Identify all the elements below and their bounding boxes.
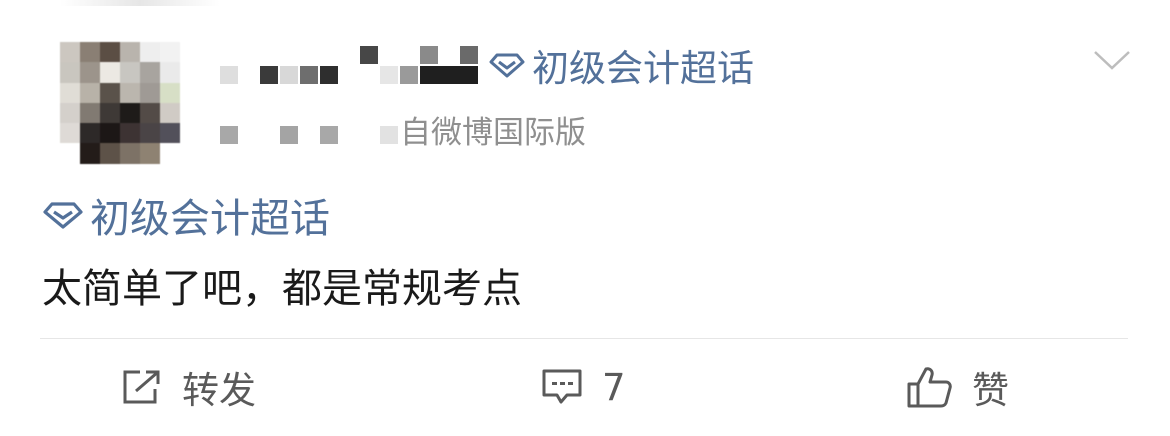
- share-arrow-icon: [123, 370, 160, 404]
- avatar-pixel: [120, 123, 140, 144]
- avatar-pixel: [160, 82, 180, 103]
- avatar-pixel: [100, 62, 120, 83]
- chevron-down-icon[interactable]: [1092, 44, 1132, 74]
- avatar-pixel: [80, 82, 100, 103]
- avatar-pixel: [120, 102, 140, 124]
- diamond-icon: [42, 201, 84, 229]
- avatar-pixel: [120, 42, 140, 63]
- avatar-pixel: [160, 42, 180, 63]
- post-topic-text: 初级会计超话: [90, 196, 330, 242]
- previous-post-edge: [60, 0, 220, 6]
- repost-button[interactable]: 转发: [120, 356, 256, 418]
- avatar-pixel: [100, 102, 120, 124]
- thumbs-up-icon: [907, 367, 952, 408]
- post-body: 太简单了吧，都是常规考点: [42, 266, 522, 312]
- avatar-pixel: [60, 102, 80, 124]
- avatar-pixel: [160, 123, 180, 144]
- post-time-redacted: [218, 106, 398, 150]
- avatar-pixel: [60, 123, 80, 144]
- super-topic-name: 初级会计超话: [532, 47, 754, 90]
- avatar-pixel: [140, 42, 160, 63]
- avatar-pixel: [160, 143, 180, 164]
- avatar-pixel: [120, 62, 140, 83]
- avatar-pixel: [100, 123, 120, 144]
- avatar-pixel: [80, 62, 100, 83]
- avatar-pixel: [140, 143, 160, 164]
- avatar-pixel: [80, 143, 100, 164]
- avatar-pixel: [100, 143, 120, 164]
- avatar-pixel: [80, 123, 100, 144]
- like-label: 赞: [972, 369, 1009, 412]
- avatar[interactable]: [60, 42, 180, 164]
- repost-label: 转发: [182, 369, 256, 412]
- avatar-pixel: [140, 82, 160, 103]
- avatar-pixel: [160, 62, 180, 83]
- post-source: 自微博国际版: [400, 114, 586, 151]
- avatar-pixel: [60, 143, 80, 164]
- avatar-pixel: [140, 123, 160, 144]
- author-name-redacted[interactable]: [218, 44, 483, 88]
- avatar-pixel: [100, 42, 120, 63]
- avatar-pixel: [80, 42, 100, 63]
- diamond-icon: [488, 52, 526, 78]
- like-button[interactable]: 赞: [906, 356, 1009, 418]
- comment-bubble-icon: [542, 369, 582, 404]
- post-topic-link[interactable]: 初级会计超话: [42, 188, 330, 242]
- divider: [40, 338, 1128, 339]
- super-topic-tag[interactable]: 初级会计超话: [488, 40, 754, 90]
- avatar-pixel: [140, 62, 160, 83]
- avatar-pixel: [120, 143, 140, 164]
- avatar-pixel: [60, 42, 80, 63]
- avatar-pixel: [120, 82, 140, 103]
- avatar-pixel: [140, 102, 160, 124]
- avatar-pixel: [60, 62, 80, 83]
- avatar-pixel: [60, 82, 80, 103]
- comment-count: 7: [602, 365, 626, 409]
- avatar-pixel: [80, 102, 100, 124]
- avatar-pixel: [100, 82, 120, 103]
- avatar-pixel: [160, 102, 180, 124]
- comment-button[interactable]: 7: [540, 356, 626, 418]
